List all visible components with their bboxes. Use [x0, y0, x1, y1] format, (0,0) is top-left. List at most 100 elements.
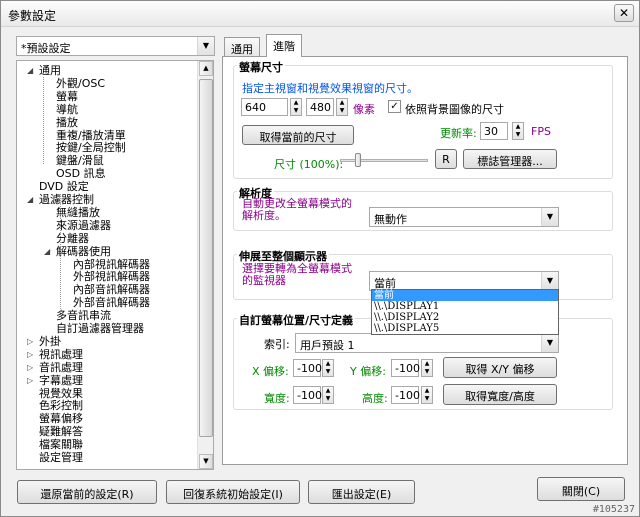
tab-advanced[interactable]: 進階: [266, 34, 302, 57]
stretch-desc: 選擇要轉為全螢幕模式的監視器: [242, 262, 352, 287]
index-label: 索引:: [264, 338, 290, 351]
monitor-option[interactable]: 當前: [372, 290, 558, 301]
tree-item[interactable]: 多音訊串流: [56, 309, 111, 322]
tree-item[interactable]: 螢幕偏移: [39, 412, 83, 425]
height-spinner-icon[interactable]: ▲ ▼: [336, 98, 348, 116]
tree-item[interactable]: 按鍵/全局控制: [56, 141, 126, 154]
custom-width-input[interactable]: -100: [293, 386, 322, 404]
reset-size-button[interactable]: R: [435, 149, 457, 169]
tree-expand-icon[interactable]: ▷: [27, 376, 33, 385]
tree-item[interactable]: 檔案關聯: [39, 438, 83, 451]
tree-item[interactable]: 視訊處理: [39, 348, 83, 361]
scrollbar-thumb[interactable]: [199, 79, 213, 437]
size-slider-thumb[interactable]: [355, 153, 361, 167]
y-offset-spinner-icon[interactable]: ▲ ▼: [421, 359, 433, 377]
monitor-combo[interactable]: 當前 ▼: [369, 271, 559, 291]
tree-item[interactable]: OSD 訊息: [56, 167, 106, 180]
reset-defaults-button[interactable]: 回復系統初始設定(I): [166, 480, 300, 504]
x-offset-label: X 偏移:: [252, 365, 289, 378]
screen-size-title: 螢幕尺寸: [237, 59, 285, 75]
refresh-rate-input[interactable]: 30: [480, 122, 508, 140]
get-xy-offset-button[interactable]: 取得 X/Y 偏移: [443, 357, 557, 378]
x-offset-input[interactable]: -100: [293, 359, 322, 377]
tree-item[interactable]: 外觀/OSC: [56, 77, 105, 90]
height-input[interactable]: 480: [306, 98, 334, 116]
window-close-button[interactable]: ✕: [614, 4, 634, 22]
chevron-down-icon[interactable]: ▼: [197, 37, 214, 55]
preferences-window: 參數設定 ✕ *預設設定 ▼ ▲ ▼ ◢ 通用 外觀/OSC 螢幕 導航 播放 重複/播放清…: [0, 0, 640, 517]
tree-item[interactable]: 鍵盤/滑鼠: [56, 154, 104, 167]
keep-bg-size-checkbox[interactable]: ✓: [388, 100, 401, 113]
index-combo[interactable]: 用戶預設 1 ▼: [295, 333, 559, 353]
close-button[interactable]: 關閉(C): [537, 477, 625, 501]
tree-collapse-icon[interactable]: ◢: [27, 195, 33, 204]
tree-item[interactable]: 重複/播放清單: [56, 129, 126, 142]
logo-manager-button[interactable]: 標誌管理器...: [463, 149, 557, 169]
tree-item[interactable]: 播放: [56, 116, 78, 129]
tree-item[interactable]: 內部視訊解碼器: [73, 258, 150, 271]
custom-height-spinner-icon[interactable]: ▲ ▼: [421, 386, 433, 404]
resolution-combo[interactable]: 無動作 ▼: [369, 207, 559, 227]
keep-bg-size-label: 依照背景圖像的尺寸: [405, 103, 504, 116]
index-value: 用戶預設 1: [300, 339, 355, 352]
tree-collapse-icon[interactable]: ◢: [27, 66, 33, 75]
width-spinner-icon[interactable]: ▲ ▼: [290, 98, 302, 116]
resolution-desc: 自動更改全螢幕模式的解析度。: [242, 197, 352, 222]
custom-height-input[interactable]: -100: [391, 386, 420, 404]
tree-expand-icon[interactable]: ▷: [27, 337, 33, 346]
chevron-down-icon[interactable]: ▼: [541, 272, 558, 290]
title-bar: 參數設定 ✕: [1, 1, 639, 27]
monitor-option[interactable]: \\.\DISPLAY1: [372, 301, 558, 312]
get-current-size-button[interactable]: 取得當前的尺寸: [242, 125, 354, 145]
scroll-up-icon[interactable]: ▲: [199, 61, 213, 76]
chevron-down-icon[interactable]: ▼: [541, 334, 558, 352]
tree-scrollbar[interactable]: ▲ ▼: [197, 61, 213, 469]
tree-item[interactable]: 色彩控制: [39, 399, 83, 412]
tree-item[interactable]: 視覺效果: [39, 387, 83, 400]
preset-combo[interactable]: *預設設定 ▼: [16, 36, 215, 56]
custom-width-spinner-icon[interactable]: ▲ ▼: [322, 386, 334, 404]
width-input[interactable]: 640: [241, 98, 288, 116]
monitor-option[interactable]: \\.\DISPLAY5: [372, 323, 558, 334]
tree-item[interactable]: 設定管理: [39, 451, 83, 464]
tree-item[interactable]: 外部音訊解碼器: [73, 296, 150, 309]
tree-item[interactable]: 通用: [39, 64, 61, 77]
tree-item[interactable]: 內部音訊解碼器: [73, 283, 150, 296]
width-label: 寬度:: [264, 392, 290, 405]
tree-item[interactable]: 解碼器使用: [56, 245, 111, 258]
get-width-height-button[interactable]: 取得寬度/高度: [443, 384, 557, 405]
y-offset-input[interactable]: -100: [391, 359, 420, 377]
monitor-dropdown-list[interactable]: 當前 \\.\DISPLAY1 \\.\DISPLAY2 \\.\DISPLAY5: [371, 289, 559, 335]
custom-position-title: 自訂螢幕位置/尺寸定義: [237, 312, 356, 328]
export-settings-button[interactable]: 匯出設定(E): [308, 480, 415, 504]
tree-guide-line: [43, 77, 44, 164]
tree-item[interactable]: 音訊處理: [39, 361, 83, 374]
tab-general[interactable]: 通用: [224, 37, 260, 57]
tree-item[interactable]: 自訂過濾器管理器: [56, 322, 144, 335]
pixel-unit: 像素: [353, 103, 375, 116]
tree-item[interactable]: DVD 設定: [39, 180, 89, 193]
preset-value: *預設設定: [21, 42, 71, 55]
tree-item[interactable]: 外部視訊解碼器: [73, 270, 150, 283]
size-slider-track[interactable]: [340, 159, 428, 162]
monitor-option[interactable]: \\.\DISPLAY2: [372, 312, 558, 323]
restore-settings-button[interactable]: 還原當前的設定(R): [17, 480, 157, 504]
tree-item[interactable]: 來源過濾器: [56, 219, 111, 232]
tree-item[interactable]: 過濾器控制: [39, 193, 94, 206]
watermark: #105237: [592, 504, 635, 515]
settings-tree[interactable]: ▲ ▼ ◢ 通用 外觀/OSC 螢幕 導航 播放 重複/播放清單 按鍵/全局控制 鍵盤/滑鼠 OS…: [16, 60, 214, 470]
tree-item[interactable]: 無縫播放: [56, 206, 100, 219]
tree-item[interactable]: 導航: [56, 103, 78, 116]
tree-collapse-icon[interactable]: ◢: [44, 247, 50, 256]
tree-item[interactable]: 疑難解答: [39, 425, 83, 438]
x-offset-spinner-icon[interactable]: ▲ ▼: [322, 359, 334, 377]
tree-expand-icon[interactable]: ▷: [27, 363, 33, 372]
refresh-spinner-icon[interactable]: ▲ ▼: [512, 122, 524, 140]
tree-item[interactable]: 外掛: [39, 335, 61, 348]
tree-item[interactable]: 螢幕: [56, 90, 78, 103]
size-percent-label: 尺寸 (100%):: [274, 158, 344, 171]
tree-expand-icon[interactable]: ▷: [27, 350, 33, 359]
chevron-down-icon[interactable]: ▼: [541, 208, 558, 226]
scroll-down-icon[interactable]: ▼: [199, 454, 213, 469]
tree-item[interactable]: 字幕處理: [39, 374, 83, 387]
